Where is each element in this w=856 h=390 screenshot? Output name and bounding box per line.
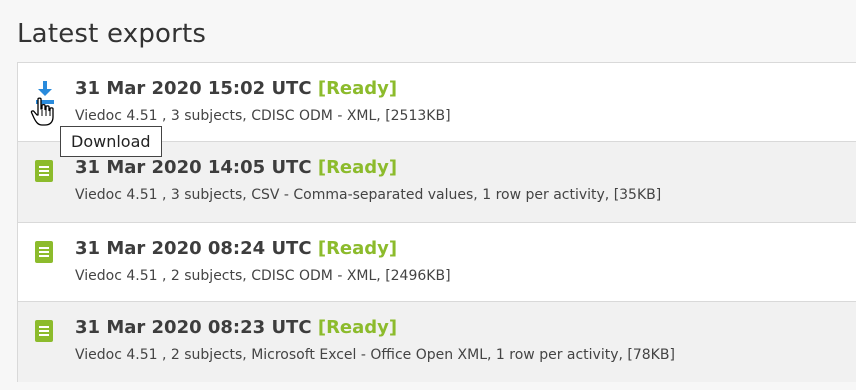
export-list: 31 Mar 2020 15:02 UTC [Ready] Viedoc 4.5… (17, 62, 856, 382)
file-icon[interactable] (35, 160, 53, 182)
export-datetime: 31 Mar 2020 08:23 UTC [Ready] (75, 317, 398, 338)
export-row: 31 Mar 2020 08:23 UTC [Ready] Viedoc 4.5… (17, 302, 856, 382)
export-details: Viedoc 4.51 , 2 subjects, CDISC ODM - XM… (75, 268, 451, 284)
export-details: Viedoc 4.51 , 2 subjects, Microsoft Exce… (75, 347, 675, 363)
file-icon[interactable] (35, 320, 53, 342)
section-heading: Latest exports (17, 19, 207, 49)
file-icon[interactable] (35, 241, 53, 263)
status-badge: [Ready] (317, 78, 398, 99)
export-datetime: 31 Mar 2020 15:02 UTC [Ready] (75, 78, 398, 99)
export-row: 31 Mar 2020 08:24 UTC [Ready] Viedoc 4.5… (17, 222, 856, 302)
status-badge: [Ready] (317, 238, 398, 259)
download-tooltip: Download (60, 126, 162, 157)
export-details: Viedoc 4.51 , 3 subjects, CSV - Comma-se… (75, 187, 662, 203)
export-datetime: 31 Mar 2020 14:05 UTC [Ready] (75, 157, 398, 178)
hand-cursor-icon (30, 97, 56, 132)
export-datetime: 31 Mar 2020 08:24 UTC [Ready] (75, 238, 398, 259)
status-badge: [Ready] (317, 157, 398, 178)
export-details: Viedoc 4.51 , 3 subjects, CDISC ODM - XM… (75, 108, 451, 124)
status-badge: [Ready] (317, 317, 398, 338)
